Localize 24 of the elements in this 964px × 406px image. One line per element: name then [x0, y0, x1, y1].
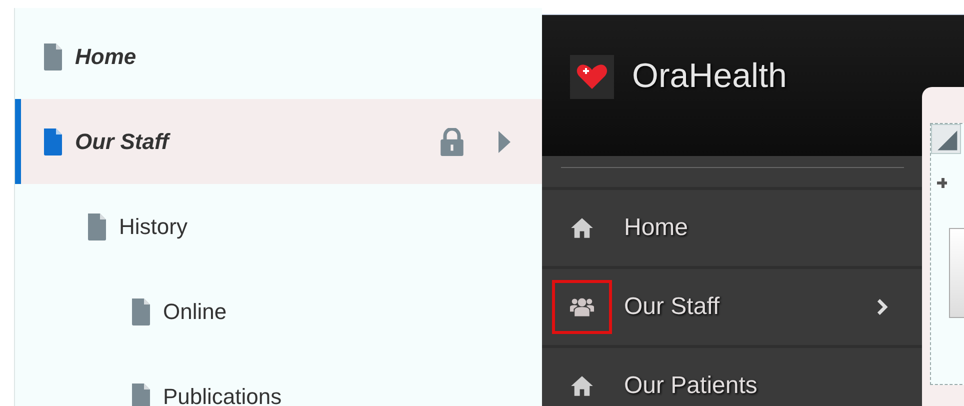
- expand-arrow-icon[interactable]: [497, 130, 512, 154]
- tree-item[interactable]: Our Staff: [15, 99, 542, 184]
- page-icon: [41, 126, 65, 156]
- page-title: History: [119, 214, 188, 240]
- tree-item[interactable]: Online: [15, 269, 542, 354]
- nav-label: Home: [624, 214, 688, 242]
- nav-label: Our Staff: [624, 293, 720, 321]
- tree-item[interactable]: History: [15, 184, 542, 269]
- page-title: Online: [163, 298, 227, 324]
- house-icon: [570, 217, 594, 239]
- site-brand[interactable]: OraHealth: [632, 57, 787, 96]
- page-title: Our Staff: [75, 128, 169, 154]
- tree-item[interactable]: Publications: [15, 354, 542, 406]
- plus-icon[interactable]: [937, 176, 947, 190]
- people-icon: [570, 296, 594, 318]
- page-title: Home: [75, 44, 136, 70]
- page-icon: [41, 42, 65, 72]
- nav-label: Our Patients: [624, 372, 758, 400]
- heart-logo-icon: [570, 54, 614, 98]
- page-icon: [85, 212, 109, 242]
- tree-item[interactable]: Home: [15, 14, 542, 99]
- page-icon: [129, 296, 153, 326]
- house-icon: [570, 375, 594, 397]
- page-title: Publications: [163, 384, 282, 406]
